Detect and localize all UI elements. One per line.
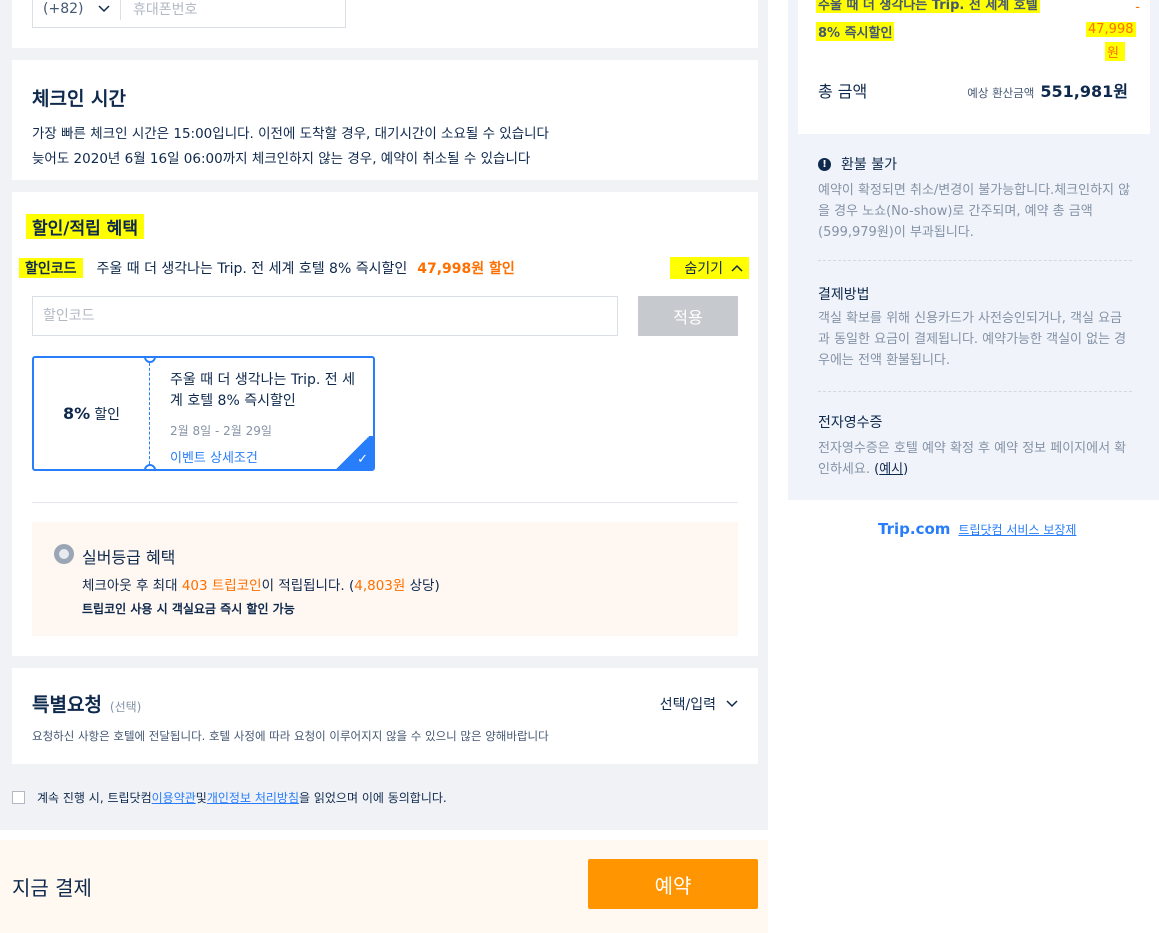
special-request-optional: (선택): [109, 700, 142, 714]
trip-logo: Trip.com: [878, 520, 950, 538]
special-request-select-label: 선택/입력: [659, 697, 716, 713]
promo-minus: -: [1135, 0, 1140, 15]
discount-code-label: 할인코드: [19, 258, 83, 278]
discount-code-amount: 47,998원 할인: [417, 261, 515, 277]
book-button[interactable]: 예약: [588, 859, 758, 909]
country-code-value: (+82): [43, 1, 84, 17]
divider: [818, 260, 1132, 261]
discount-code-desc: 주울 때 더 생각나는 Trip. 전 세계 호텔 8% 즉시할인: [96, 261, 408, 277]
logo-suffix: .com: [909, 520, 951, 538]
payment-method-body: 객실 확보를 위해 신용카드가 사전승인되거나, 객실 요금과 동일한 요금이 …: [818, 311, 1127, 368]
coupon-date: 2월 8일 - 2월 29일: [170, 424, 272, 438]
promo-amount: 47,998: [1086, 22, 1136, 37]
chevron-up-icon: [731, 260, 743, 276]
payment-method-section: 결제방법 객실 확보를 위해 신용카드가 사전승인되거나, 객실 요금과 동일한…: [818, 284, 1132, 371]
silver-coins-suffix: 상당): [405, 578, 440, 594]
refund-title: 환불 불가: [841, 157, 897, 173]
refund-title-row: ! 환불 불가: [818, 154, 1132, 174]
coupon-percent-suffix: 할인: [94, 406, 120, 423]
promo-currency: 원: [1105, 42, 1125, 61]
checkin-card: 체크인 시간 가장 빠른 체크인 시간은 15:00입니다. 이전에 도착할 경…: [12, 60, 758, 180]
coupon-detail-link[interactable]: 이벤트 상세조건: [170, 447, 360, 466]
divider: [818, 391, 1132, 392]
receipt-body-text: 전자영수증은 호텔 예약 확정 후 예약 정보 페이지에서 확인하세요.: [818, 441, 1127, 477]
checkin-line-earliest: 가장 빠른 체크인 시간은 15:00입니다. 이전에 도착할 경우, 대기시간…: [32, 126, 549, 142]
hide-toggle-button[interactable]: 숨기기: [670, 257, 749, 279]
contact-card: (+82) 휴대폰번호: [12, 0, 758, 48]
special-request-card: 특별요청 (선택) 선택/입력 요청하신 사항은 호텔에 전달됩니다. 호텔 사정…: [12, 668, 758, 764]
discount-code-row: 할인코드 주울 때 더 생각나는 Trip. 전 세계 호텔 8% 즉시할인 4…: [19, 257, 749, 279]
apply-button[interactable]: 적용: [638, 296, 738, 336]
special-request-title-text: 특별요청: [32, 694, 102, 716]
country-code-select[interactable]: (+82): [33, 0, 121, 20]
refund-body: 예약이 확정되면 취소/변경이 불가능합니다.체크인하지 않을 경우 노쇼(No…: [818, 183, 1131, 240]
service-guarantee-link[interactable]: 트립닷컴 서비스 보장제: [958, 521, 1076, 538]
total-sub-label: 예상 환산금액: [967, 86, 1035, 100]
price-summary: 주울 때 더 생각나는 Trip. 전 세계 호텔 8% 즉시할인 - 47,9…: [798, 0, 1150, 134]
agreement-suffix: 을 읽었으며 이에 동의합니다.: [298, 791, 447, 805]
silver-coins-prefix: 체크아웃 후 최대: [82, 578, 182, 594]
promo-line1: 주울 때 더 생각나는 Trip. 전 세계 호텔: [816, 0, 1040, 13]
hide-toggle-label: 숨기기: [684, 261, 723, 277]
coupon-title: 주울 때 더 생각나는 Trip. 전 세계 호텔 8% 즉시할인: [170, 372, 355, 409]
special-request-desc: 요청하신 사항은 호텔에 전달됩니다. 호텔 사정에 따라 요청이 이루어지지 …: [32, 729, 549, 743]
total-label: 총 금액: [818, 82, 868, 101]
silver-benefit-box: 실버등급 혜택 체크아웃 후 최대 403 트립코인이 적립됩니다. (4,80…: [32, 522, 738, 636]
payment-method-title: 결제방법: [818, 287, 870, 303]
footer: Trip.com 트립닷컴 서비스 보장제: [878, 520, 1076, 538]
coupon-info: 주울 때 더 생각나는 Trip. 전 세계 호텔 8% 즉시할인 2월 8일 …: [170, 370, 360, 466]
silver-coins-value: 4,803원: [354, 578, 406, 594]
agreement-and: 및: [195, 791, 207, 805]
chevron-down-icon: [98, 1, 110, 17]
receipt-example-close: ): [903, 462, 909, 477]
discount-title: 할인/적립 혜택: [26, 214, 144, 239]
agreement-row: 계속 진행 시, 트립닷컴 이용약관 및 개인정보 처리방침 을 읽었으며 이에 …: [12, 789, 447, 806]
special-request-select[interactable]: 선택/입력: [660, 694, 738, 714]
silver-title: 실버등급 혜택: [82, 548, 176, 567]
total-price: 예상 환산금액 551,981원: [967, 78, 1128, 102]
agreement-prefix: 계속 진행 시, 트립닷컴: [37, 791, 152, 805]
silver-coins-mid: 이 적립됩니다. (: [261, 578, 355, 594]
selected-check-icon: ✓: [333, 436, 373, 469]
checkin-line-latest: 늦어도 2020년 6월 16일 06:00까지 체크인하지 않는 경우, 예약…: [32, 151, 531, 167]
agreement-checkbox[interactable]: [12, 791, 25, 804]
receipt-body: 전자영수증은 호텔 예약 확정 후 예약 정보 페이지에서 확인하세요. (예시…: [818, 438, 1132, 480]
receipt-title: 전자영수증: [818, 415, 883, 431]
coupon-discount: 8% 할인: [34, 358, 150, 469]
privacy-link[interactable]: 개인정보 처리방침: [207, 789, 299, 806]
silver-coins-text: 체크아웃 후 최대 403 트립코인이 적립됩니다. (4,803원 상당): [82, 574, 440, 594]
coupon-notch-bottom: [144, 464, 156, 469]
receipt-section: 전자영수증 전자영수증은 호텔 예약 확정 후 예약 정보 페이지에서 확인하세…: [818, 412, 1132, 480]
silver-note: 트립코인 사용 시 객실요금 즉시 할인 가능: [82, 602, 295, 616]
pay-now-label: 지금 결제: [12, 876, 92, 900]
refund-policy: ! 환불 불가 예약이 확정되면 취소/변경이 불가능합니다.체크인하지 않을 …: [818, 154, 1132, 243]
coupon-percent: 8%: [63, 404, 91, 423]
discount-card: 할인/적립 혜택 할인코드 주울 때 더 생각나는 Trip. 전 세계 호텔 …: [12, 192, 758, 656]
silver-coins-amount: 403 트립코인: [181, 578, 262, 594]
logo-main: Trip: [878, 520, 910, 538]
phone-field[interactable]: (+82) 휴대폰번호: [32, 0, 346, 28]
divider: [32, 502, 738, 503]
receipt-example-link[interactable]: 예시: [879, 462, 903, 477]
phone-input[interactable]: 휴대폰번호: [121, 0, 197, 19]
silver-medal-icon: [54, 544, 74, 564]
terms-link[interactable]: 이용약관: [152, 789, 196, 806]
discount-code-input[interactable]: [32, 296, 618, 336]
coupon-card[interactable]: 8% 할인 주울 때 더 생각나는 Trip. 전 세계 호텔 8% 즉시할인 …: [32, 356, 375, 471]
total-amount: 551,981원: [1040, 82, 1128, 101]
special-request-title: 특별요청 (선택): [32, 690, 141, 717]
chevron-down-icon: [726, 696, 738, 712]
warning-icon: !: [818, 157, 831, 171]
coupon-notch-top: [144, 358, 156, 363]
checkin-title: 체크인 시간: [32, 88, 127, 110]
payment-bar: 지금 결제 예약: [0, 840, 768, 933]
promo-line2: 8% 즉시할인: [816, 22, 895, 41]
